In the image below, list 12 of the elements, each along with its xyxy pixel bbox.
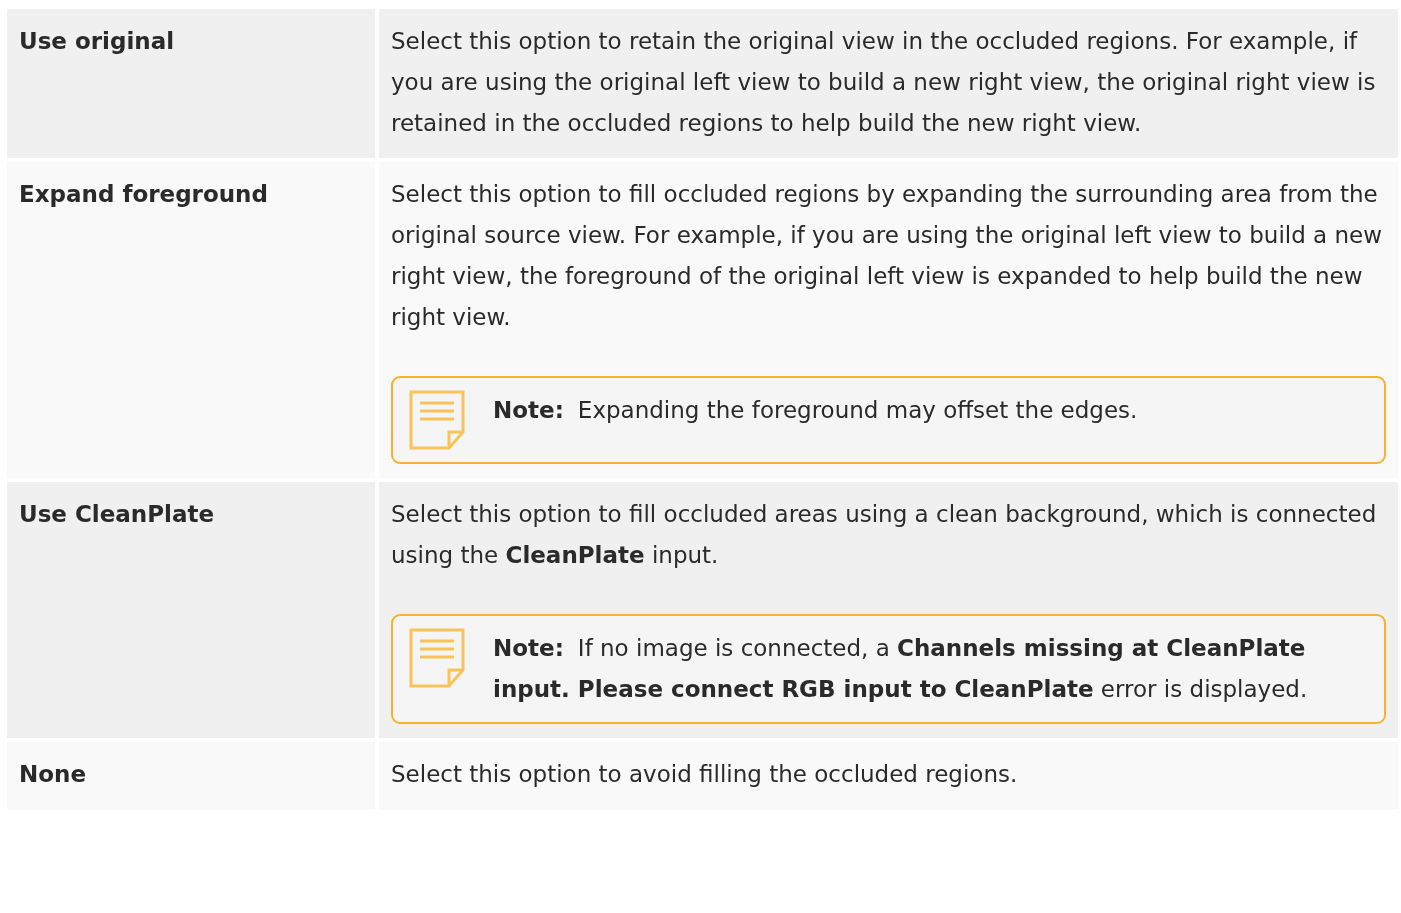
option-description: Select this option to fill occluded areas using a clean background, which is connected using the CleanPlate input. [391, 500, 1378, 570]
note-text: Note: Expanding the foreground may offset the edges. [493, 396, 1138, 425]
option-description: Select this option to avoid filling the occluded regions. [391, 760, 1019, 789]
note-text: Note: If no image is connected, a Channels missing at CleanPlate input. Please connect RGB input to CleanPlate error is displayed. [493, 634, 1309, 704]
option-name: Use original [19, 27, 176, 56]
option-name: Expand foreground [19, 180, 269, 209]
option-description: Select this option to fill occluded regions by expanding the surrounding area from the original source view. For example, if you are using the original left view to build a new right view, the foreground of the original left view is expanded to help build the new right view. [391, 180, 1383, 332]
note-icon [409, 390, 467, 450]
option-name: None [19, 760, 88, 789]
note-icon [409, 628, 467, 688]
option-description: Select this option to retain the original view in the occluded regions. For example, if you are using the original left view to build a new right view, the original right view is retained in the occluded regions to help build the new right view. [391, 27, 1377, 138]
option-name: Use CleanPlate [19, 500, 216, 529]
